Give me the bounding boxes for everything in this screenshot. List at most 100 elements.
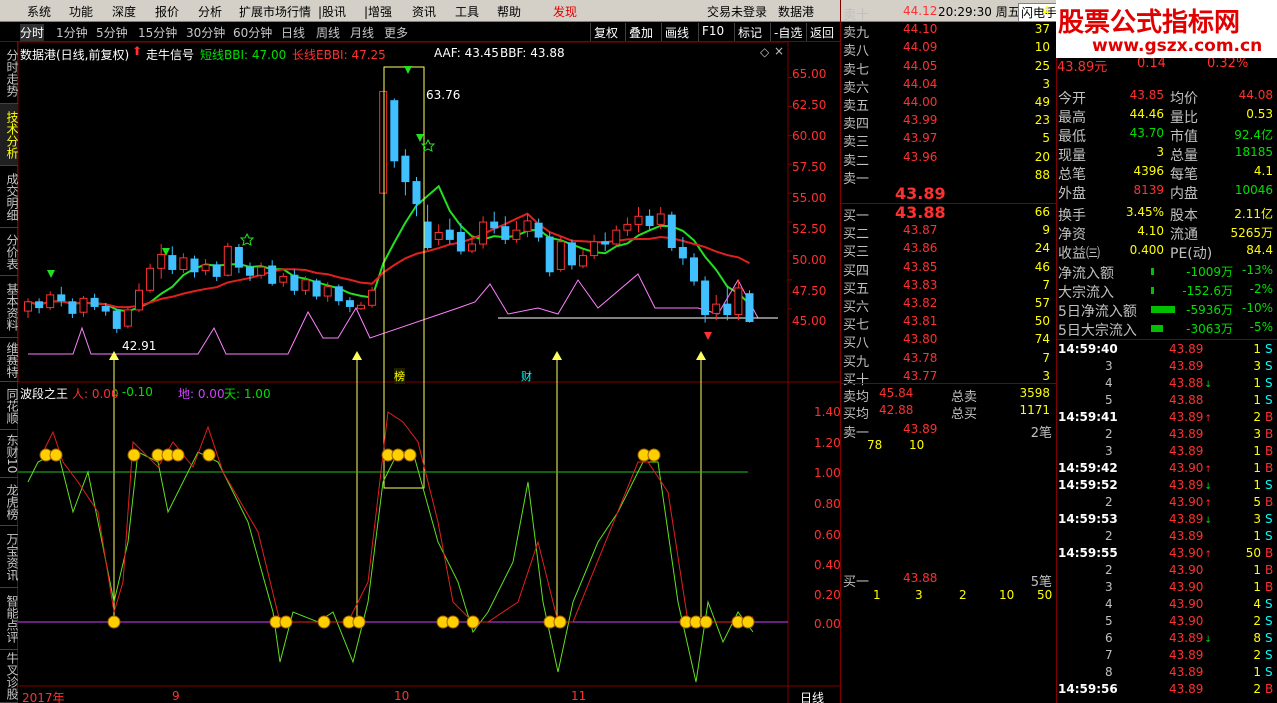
flow-bar — [1151, 306, 1175, 313]
dragon-tiger-tag[interactable]: 榜 — [394, 368, 405, 384]
period-tab-week[interactable]: 周线 — [316, 24, 340, 41]
ask-level-label: 卖十 — [843, 8, 870, 23]
bid-volume: 74 — [1034, 332, 1050, 347]
candle-body — [257, 266, 266, 276]
adjust-button[interactable]: 复权 — [590, 23, 621, 41]
bid-level-label: 买八 — [843, 336, 870, 352]
left-tab-comment[interactable]: 智能点评 — [0, 588, 19, 650]
tick-price: 43.89 — [1169, 529, 1204, 543]
tick-price: 43.89 — [1169, 665, 1204, 679]
menu-item-function[interactable]: 功能 — [69, 3, 93, 20]
period-tab-timeshare[interactable]: 分时 — [20, 24, 45, 41]
price-label: 52.50 — [792, 222, 827, 236]
menu-item-quote[interactable]: 报价 — [155, 3, 179, 20]
menu-item-stock-news[interactable]: |股讯 — [318, 3, 346, 20]
smiley-icon — [647, 448, 661, 462]
ask-volume: 5 — [1042, 131, 1050, 146]
tick-time: 6 — [1105, 631, 1113, 645]
queue-bid-order: 2 — [959, 588, 967, 602]
price-change-percent: 0.32% — [1207, 56, 1249, 71]
candle-body — [379, 90, 388, 194]
left-tab-deals[interactable]: 成交明细 — [0, 166, 19, 228]
queue-ask-order: 10 — [909, 438, 925, 452]
draw-line-button[interactable]: 画线 — [661, 23, 692, 41]
tick-time: 14:59:55 — [1058, 546, 1118, 560]
finance-tag[interactable]: 财 — [521, 368, 532, 384]
left-tab-profile[interactable]: 基本资料 — [0, 276, 19, 338]
candle-body — [234, 246, 243, 268]
ren-value: 人: 0.00 — [72, 387, 119, 401]
signal-up-arrow-icon — [109, 351, 119, 360]
candle-body — [590, 241, 599, 257]
chart-area[interactable]: 数据港(日线,前复权) ⬆ 走牛信号 短线BBI: 47.00 长线EBBI: … — [18, 42, 841, 703]
stat-label: 收益㈢ — [1058, 246, 1100, 262]
period-tab-more[interactable]: 更多 — [384, 24, 408, 41]
menu-item-discover[interactable]: 发现 — [553, 3, 577, 20]
menu-item-tools[interactable]: 工具 — [455, 3, 479, 20]
bid-level-label: 买二 — [843, 227, 870, 243]
price-label: 50.00 — [792, 253, 827, 267]
tick-volume: 3 — [1253, 427, 1261, 441]
overlay-button[interactable]: 叠加 — [625, 23, 656, 41]
left-tab-diagnosis[interactable]: 牛叉诊股 — [0, 650, 19, 703]
login-status[interactable]: 交易未登录 — [707, 3, 767, 20]
menu-item-depth[interactable]: 深度 — [112, 3, 136, 20]
bid-price: 43.77 — [903, 368, 938, 383]
bid-level-label: 买七 — [843, 318, 870, 334]
bid-level-label: 买十 — [843, 372, 870, 388]
tick-volume: 1 — [1253, 342, 1261, 356]
tick-direction: S — [1265, 631, 1273, 645]
quote-panel: 卖十 44.12 4 卖九 44.10 37 卖八 44.09 10 卖七 44.05 25 卖六 44.… — [840, 0, 1057, 703]
add-favorite-button[interactable]: -自选 — [770, 23, 805, 41]
tick-direction: S — [1265, 597, 1273, 611]
left-tab-eastmoney[interactable]: 东财10 — [0, 430, 19, 478]
left-tab-price-table[interactable]: 分价表 — [0, 228, 19, 276]
smiley-icon — [699, 615, 713, 629]
period-tab-30min[interactable]: 30分钟 — [186, 24, 225, 41]
candle-body — [734, 287, 743, 316]
f10-button[interactable]: F10 — [698, 23, 727, 41]
menu-item-analysis[interactable]: 分析 — [198, 3, 222, 20]
ask-volume: 23 — [1034, 113, 1050, 128]
x-axis-label: 2017年 — [22, 691, 65, 703]
bid-price: 43.83 — [903, 277, 938, 292]
period-indicator[interactable]: 日线 — [800, 689, 824, 703]
tick-direction: S — [1265, 529, 1273, 543]
ask-price: 44.05 — [903, 58, 938, 73]
aaf-label: AAF: 43.45 — [434, 46, 499, 60]
period-tab-day[interactable]: 日线 — [281, 24, 305, 41]
ask-level-label: 卖八 — [843, 44, 870, 60]
left-tab-vst[interactable]: 维赛特 — [0, 338, 19, 382]
left-tab-timeshare[interactable]: 分时走势 — [0, 42, 19, 104]
smiley-icon — [127, 448, 141, 462]
period-tab-5min[interactable]: 5分钟 — [96, 24, 128, 41]
left-tab-dragon-tiger[interactable]: 龙虎榜 — [0, 478, 19, 526]
tick-time: 4 — [1105, 597, 1113, 611]
menu-item-extended-market[interactable]: 扩展市场行情 — [239, 3, 311, 20]
period-tab-15min[interactable]: 15分钟 — [138, 24, 177, 41]
period-tab-60min[interactable]: 60分钟 — [233, 24, 272, 41]
mark-button[interactable]: 标记 — [734, 23, 765, 41]
menu-item-info[interactable]: 资讯 — [412, 3, 436, 20]
smiley-icon — [202, 448, 216, 462]
kline-chart[interactable] — [18, 42, 840, 703]
smiley-icon — [171, 448, 185, 462]
tian-value: 天: 1.00 — [224, 387, 271, 401]
ask-price: 43.97 — [903, 131, 938, 146]
left-tab-technical[interactable]: 技术分析 — [0, 104, 19, 166]
candle-body — [168, 255, 177, 270]
tick-time: 2 — [1105, 495, 1113, 509]
left-tab-wanbao[interactable]: 万宝资讯 — [0, 526, 19, 588]
tick-direction: B — [1265, 546, 1274, 560]
candle-body — [501, 226, 510, 240]
period-tab-1min[interactable]: 1分钟 — [56, 24, 88, 41]
panel-close-icon[interactable]: × — [774, 44, 784, 58]
panel-option-icon[interactable]: ◇ — [760, 45, 769, 59]
menu-item-system[interactable]: 系统 — [27, 3, 51, 20]
period-tab-month[interactable]: 月线 — [350, 24, 374, 41]
back-button[interactable]: 返回 — [806, 23, 837, 41]
tick-price: 43.90 — [1169, 563, 1204, 577]
menu-item-help[interactable]: 帮助 — [497, 3, 521, 20]
left-tab-ths[interactable]: 同花顺 — [0, 382, 19, 430]
menu-item-enhance[interactable]: |增强 — [364, 3, 392, 20]
